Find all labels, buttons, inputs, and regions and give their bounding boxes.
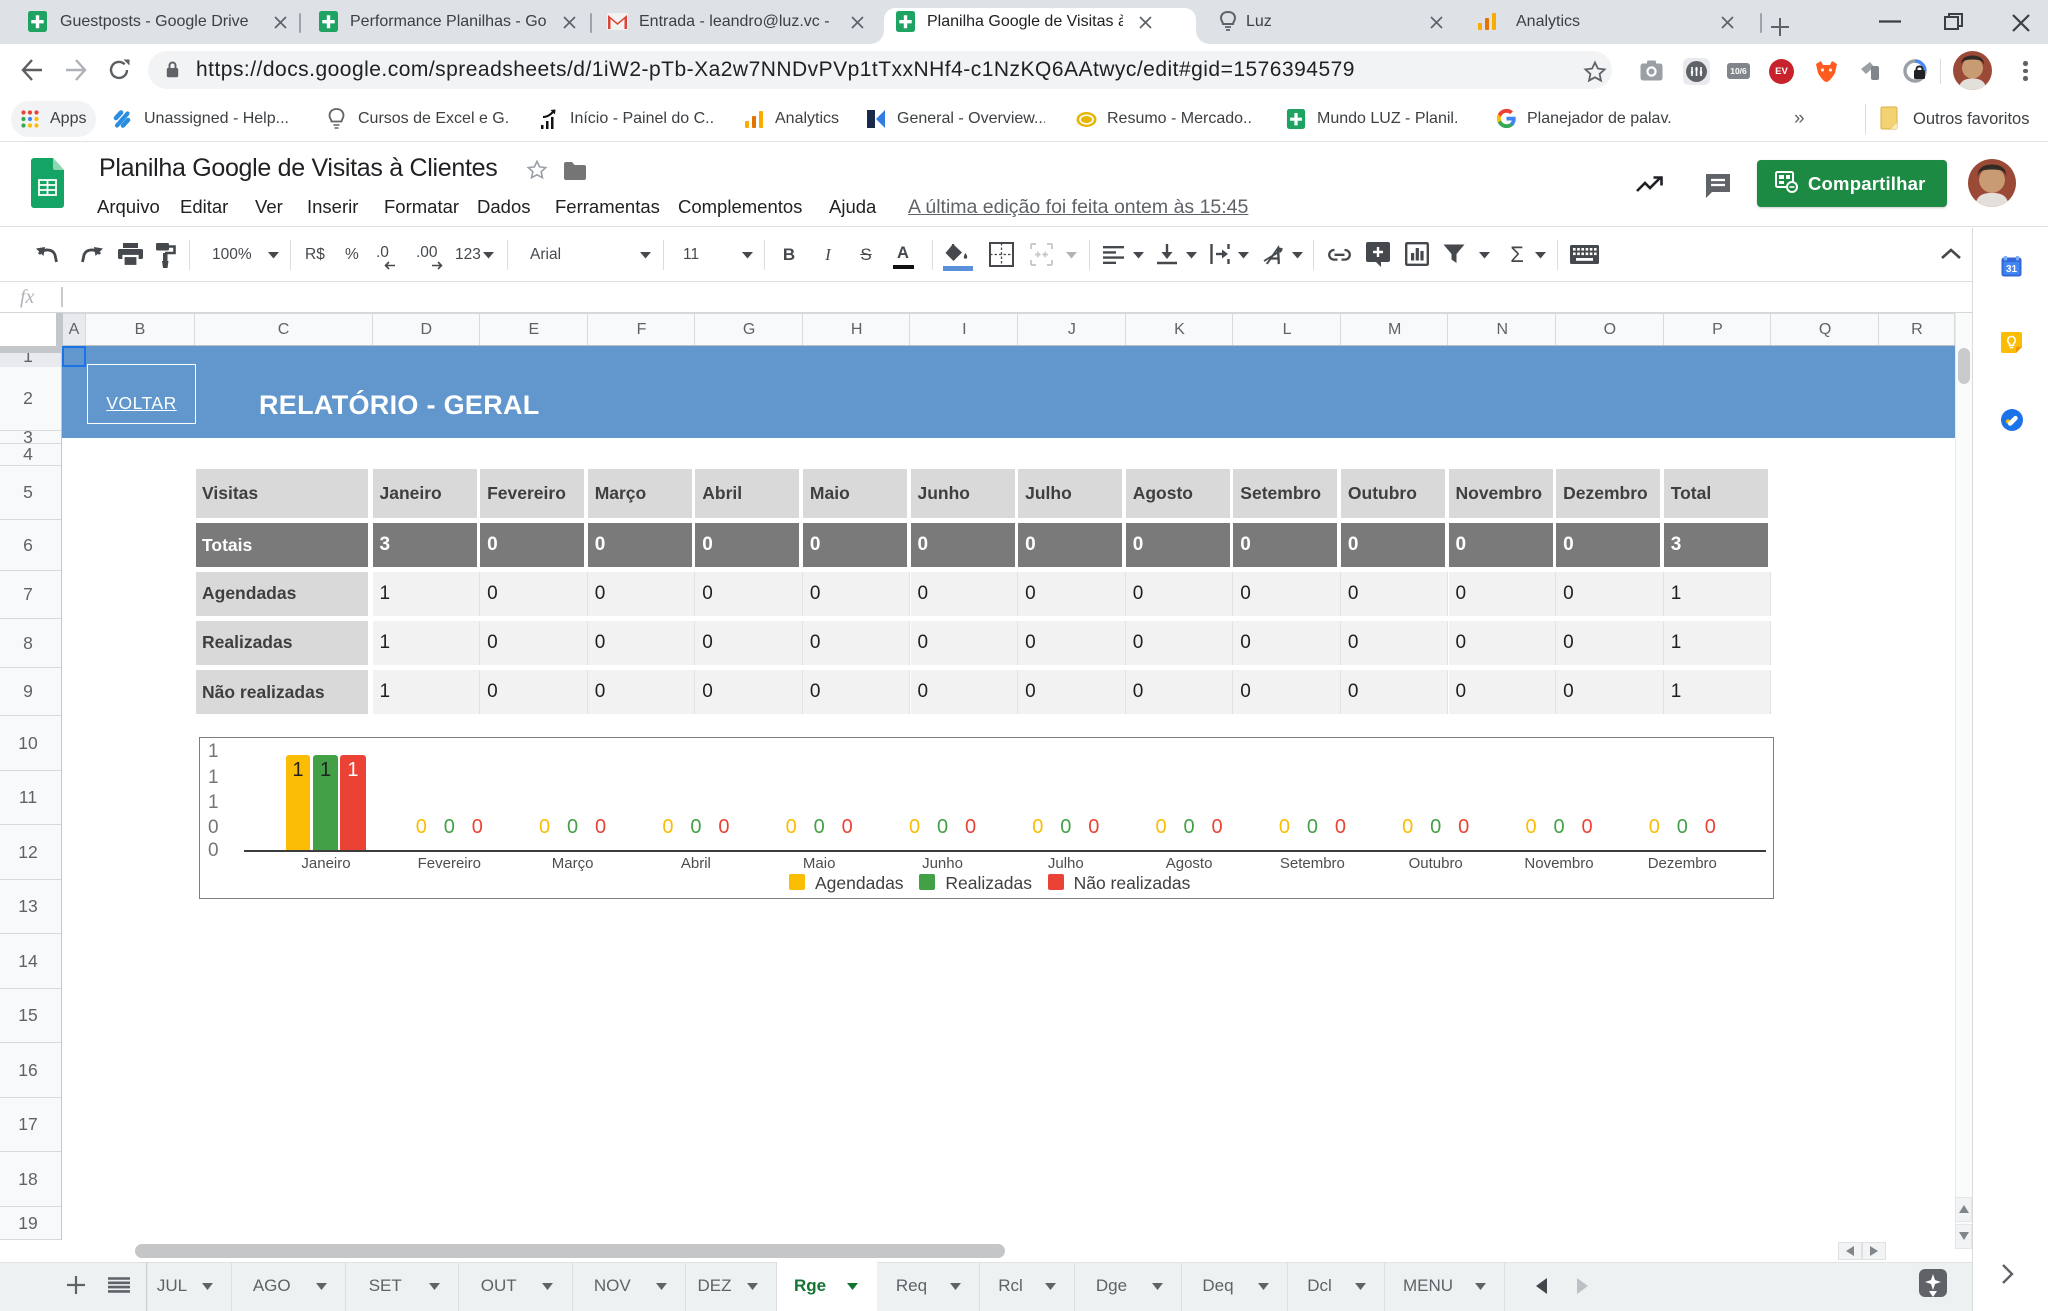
svg-text:31: 31 — [2006, 264, 2018, 275]
